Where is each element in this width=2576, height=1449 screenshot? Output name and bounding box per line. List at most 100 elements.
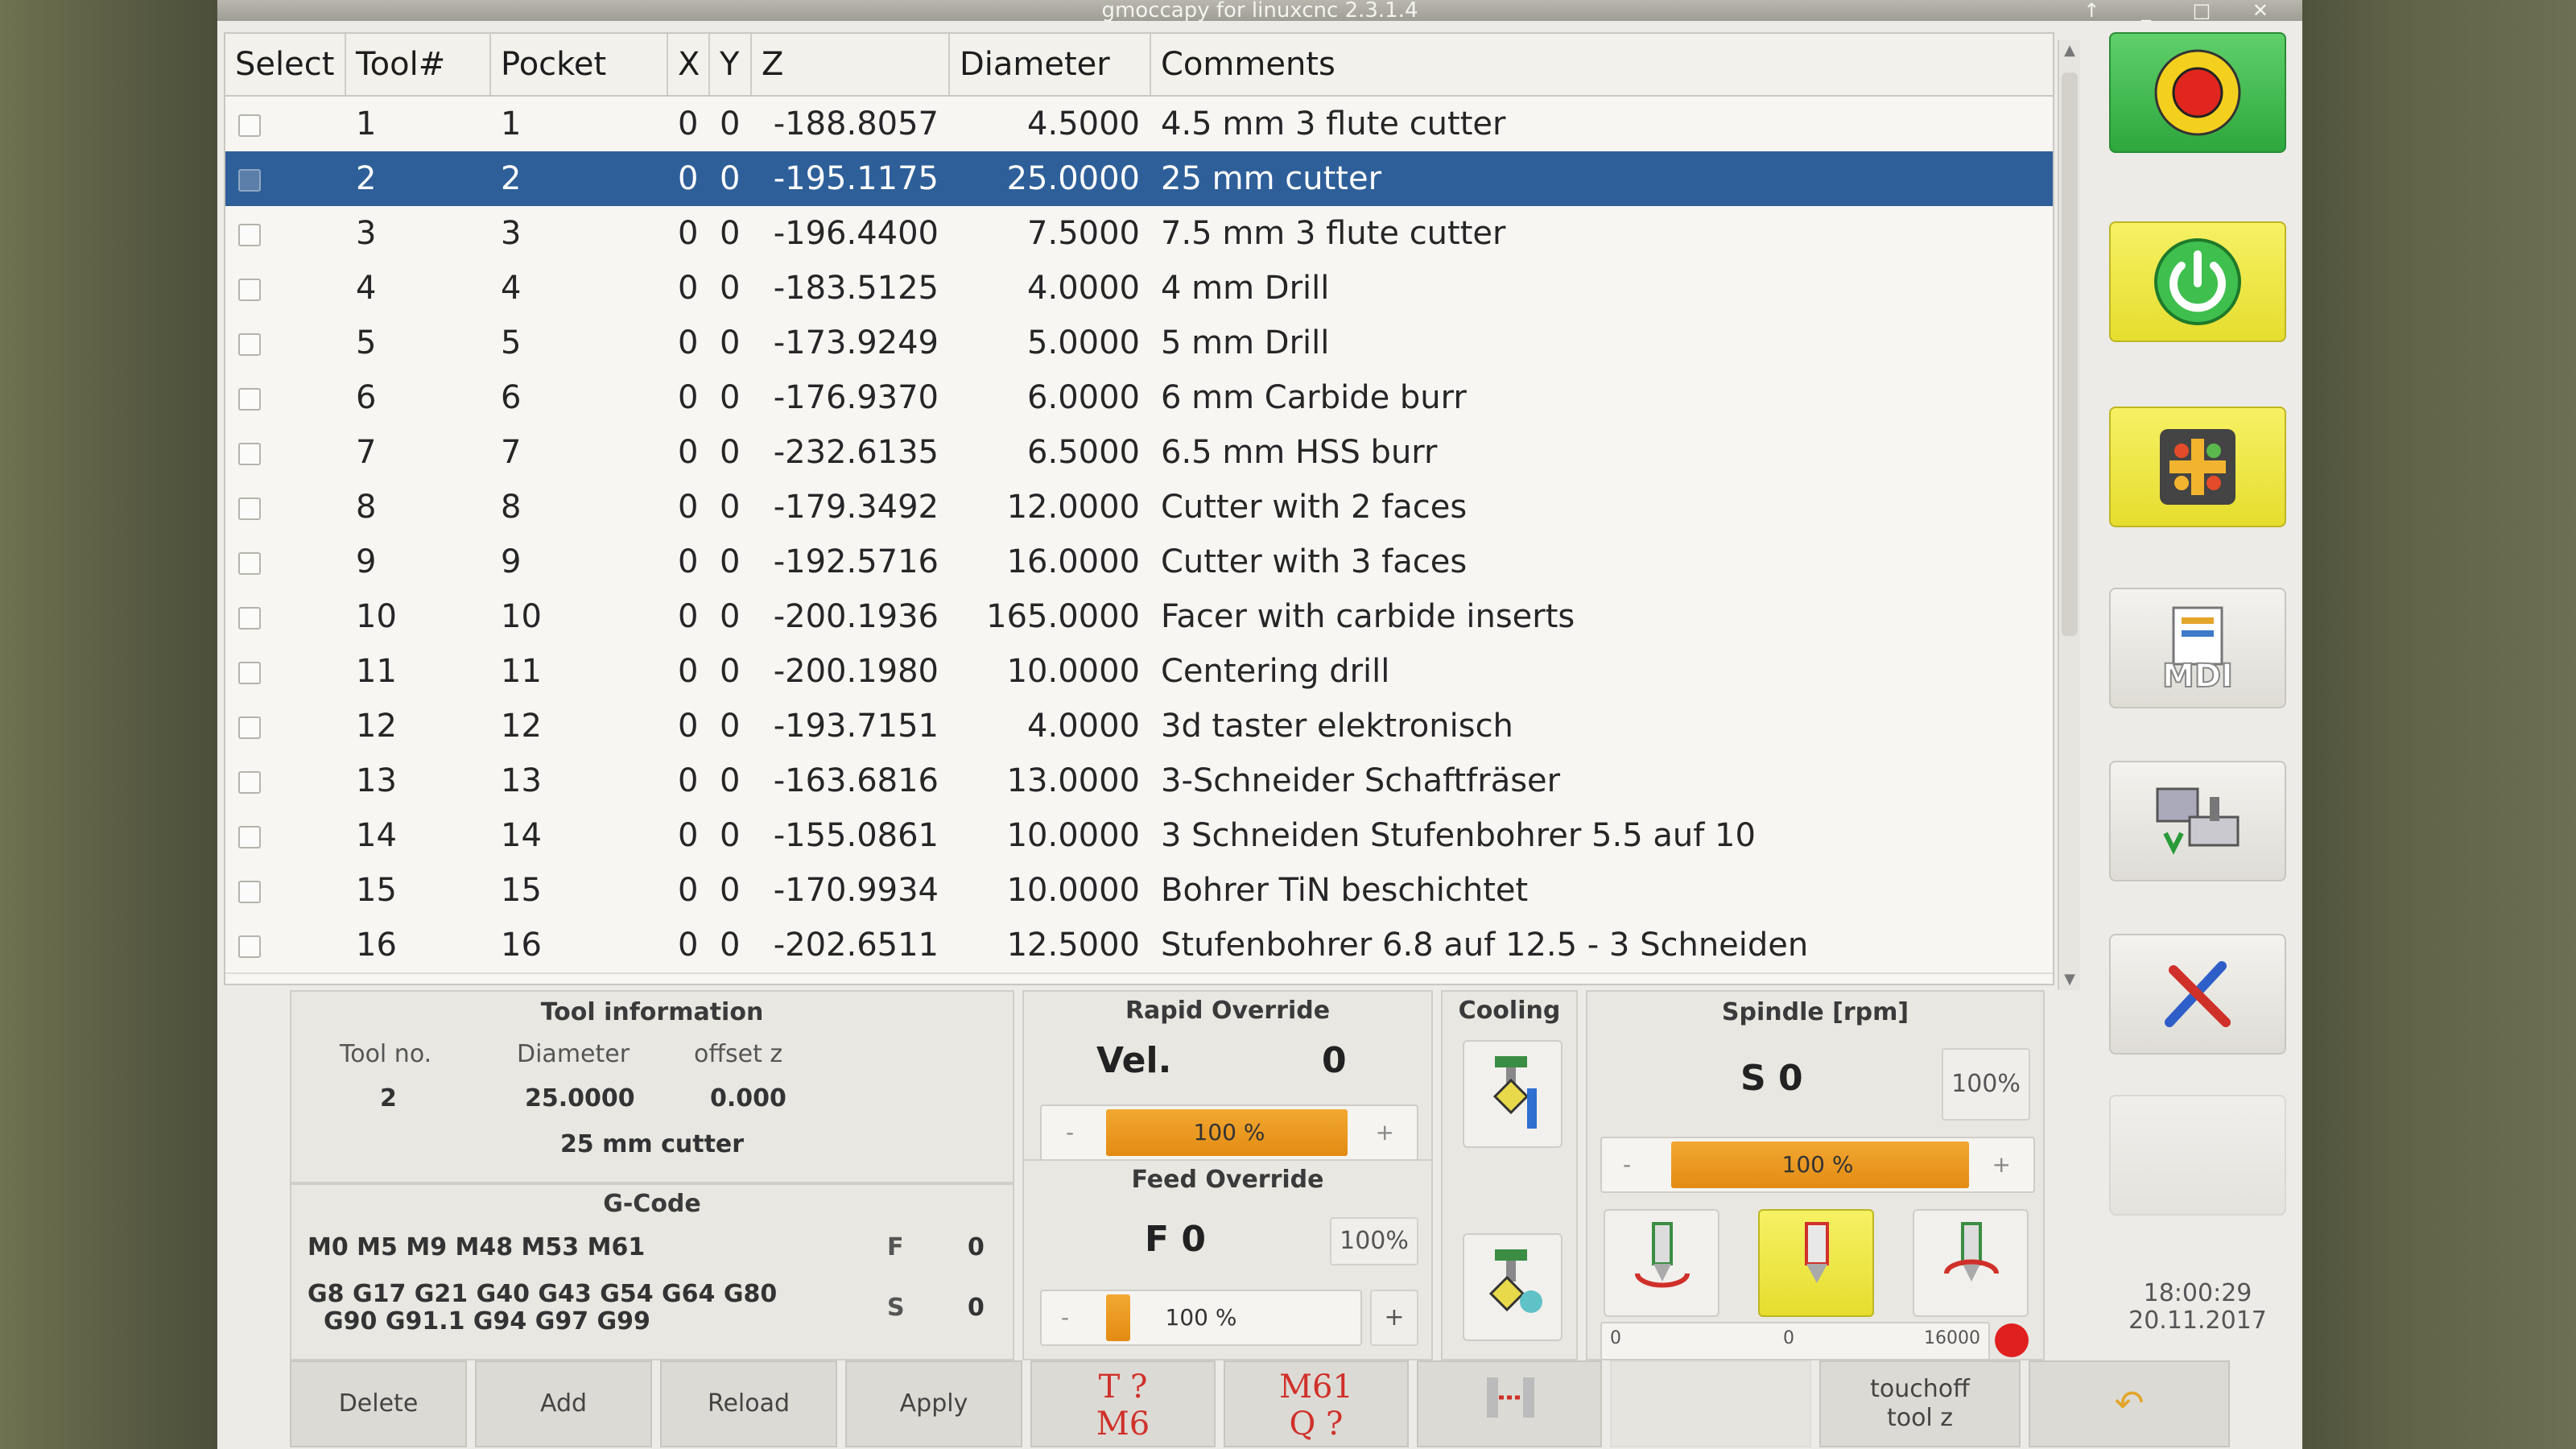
add-button[interactable]: Add <box>475 1360 652 1447</box>
cell-pocket[interactable]: 13 <box>491 753 668 808</box>
cell-tool[interactable]: 10 <box>346 589 491 644</box>
cell-z[interactable]: -195.1175 <box>752 151 950 206</box>
table-row[interactable]: 14 14 0 0 -155.0861 10.0000 3 Schneiden Stufen… <box>225 808 2053 865</box>
cell-x[interactable]: 0 <box>668 151 710 206</box>
table-row[interactable]: 10 10 0 0 -200.1936 165.0000 Facer with carbid… <box>225 589 2053 646</box>
select-checkbox[interactable] <box>238 771 261 794</box>
select-checkbox[interactable] <box>238 826 261 848</box>
cell-y[interactable]: 0 <box>710 589 752 644</box>
cell-comment[interactable]: 4.5 mm 3 flute cutter <box>1151 97 2053 151</box>
select-checkbox[interactable] <box>238 607 261 630</box>
cell-y[interactable]: 0 <box>710 316 752 370</box>
cell-z[interactable]: -196.4400 <box>752 206 950 261</box>
cell-y[interactable]: 0 <box>710 480 752 535</box>
cell-x[interactable]: 0 <box>668 97 710 151</box>
cell-diameter[interactable]: 10.0000 <box>950 644 1151 699</box>
cell-comment[interactable]: 7.5 mm 3 flute cutter <box>1151 206 2053 261</box>
cell-tool[interactable]: 11 <box>346 644 491 699</box>
table-row[interactable]: 4 4 0 0 -183.5125 4.0000 4 mm Drill <box>225 261 2053 317</box>
cell-y[interactable]: 0 <box>710 261 752 316</box>
cell-x[interactable]: 0 <box>668 535 710 589</box>
table-row[interactable]: 13 13 0 0 -163.6816 13.0000 3-Schneider Schaft… <box>225 753 2053 810</box>
select-checkbox[interactable] <box>238 169 261 192</box>
cell-comment[interactable]: 5 mm Drill <box>1151 316 2053 370</box>
cell-z[interactable]: -183.5125 <box>752 261 950 316</box>
cell-x[interactable]: 0 <box>668 918 710 972</box>
cell-diameter[interactable]: 6.0000 <box>950 370 1151 425</box>
cell-y[interactable]: 0 <box>710 918 752 972</box>
cell-tool[interactable]: 8 <box>346 480 491 535</box>
cell-comment[interactable]: Stufenbohrer 6.8 auf 12.5 - 3 Schneiden <box>1151 918 2053 972</box>
cell-diameter[interactable]: 165.0000 <box>950 589 1151 644</box>
cell-comment[interactable]: 6.5 mm HSS burr <box>1151 425 2053 480</box>
table-row[interactable]: 2 2 0 0 -195.1175 25.0000 25 mm cutter <box>225 151 2053 208</box>
col-y[interactable]: Y <box>710 34 752 95</box>
cell-diameter[interactable]: 5.0000 <box>950 316 1151 370</box>
cell-comment[interactable]: Bohrer TiN beschichtet <box>1151 863 2053 918</box>
change-tool-button[interactable]: T ? M6 <box>1030 1360 1216 1447</box>
table-row[interactable]: 3 3 0 0 -196.4400 7.5000 7.5 mm 3 flute cutter <box>225 206 2053 262</box>
cell-comment[interactable]: 6 mm Carbide burr <box>1151 370 2053 425</box>
select-checkbox[interactable] <box>238 333 261 356</box>
spindle-cw-button[interactable] <box>1913 1209 2029 1317</box>
cell-comment[interactable]: 25 mm cutter <box>1151 151 2053 206</box>
table-row[interactable]: 1 1 0 0 -188.8057 4.5000 4.5 mm 3 flute cutter <box>225 97 2053 153</box>
cell-tool[interactable]: 4 <box>346 261 491 316</box>
col-comments[interactable]: Comments <box>1151 34 2053 95</box>
cell-tool[interactable]: 3 <box>346 206 491 261</box>
cell-pocket[interactable]: 4 <box>491 261 668 316</box>
table-row[interactable]: 6 6 0 0 -176.9370 6.0000 6 mm Carbide burr <box>225 370 2053 427</box>
cell-comment[interactable]: Centering drill <box>1151 644 2053 699</box>
cell-z[interactable]: -163.6816 <box>752 753 950 808</box>
cell-diameter[interactable]: 12.5000 <box>950 918 1151 972</box>
cell-x[interactable]: 0 <box>668 261 710 316</box>
cell-tool[interactable]: 13 <box>346 753 491 808</box>
cell-tool[interactable]: 12 <box>346 699 491 753</box>
cell-comment[interactable]: Facer with carbide inserts <box>1151 589 2053 644</box>
table-row[interactable]: 11 11 0 0 -200.1980 10.0000 Centering drill <box>225 644 2053 700</box>
apply-button[interactable]: Apply <box>845 1360 1022 1447</box>
spindle-override-slider[interactable]: - 100 % + <box>1600 1137 2035 1193</box>
cell-tool[interactable]: 6 <box>346 370 491 425</box>
cell-z[interactable]: -155.0861 <box>752 808 950 863</box>
cell-tool[interactable]: 1 <box>346 97 491 151</box>
cell-pocket[interactable]: 1 <box>491 97 668 151</box>
cell-diameter[interactable]: 4.0000 <box>950 699 1151 753</box>
spindle-ccw-button[interactable] <box>1604 1209 1719 1317</box>
cell-pocket[interactable]: 15 <box>491 863 668 918</box>
select-checkbox[interactable] <box>238 716 261 739</box>
cell-pocket[interactable]: 5 <box>491 316 668 370</box>
cell-pocket[interactable]: 14 <box>491 808 668 863</box>
cell-comment[interactable]: 3-Schneider Schaftfräser <box>1151 753 2053 808</box>
cell-z[interactable]: -176.9370 <box>752 370 950 425</box>
select-checkbox[interactable] <box>238 552 261 575</box>
scroll-up-icon[interactable]: ▲ <box>2059 40 2080 61</box>
cell-x[interactable]: 0 <box>668 589 710 644</box>
feed-override-slider[interactable]: - 100 % <box>1040 1290 1362 1346</box>
cell-z[interactable]: -192.5716 <box>752 535 950 589</box>
cell-pocket[interactable]: 6 <box>491 370 668 425</box>
cell-y[interactable]: 0 <box>710 644 752 699</box>
cell-tool[interactable]: 14 <box>346 808 491 863</box>
touchoff-tool-button[interactable]: touchoff tool z <box>1819 1360 2021 1447</box>
cell-diameter[interactable]: 12.0000 <box>950 480 1151 535</box>
cell-y[interactable]: 0 <box>710 97 752 151</box>
col-z[interactable]: Z <box>752 34 950 95</box>
table-row[interactable]: 12 12 0 0 -193.7151 4.0000 3d taster elektroni… <box>225 699 2053 755</box>
select-checkbox[interactable] <box>238 497 261 520</box>
settings-button[interactable] <box>2109 934 2286 1055</box>
cell-y[interactable]: 0 <box>710 753 752 808</box>
cell-z[interactable]: -200.1936 <box>752 589 950 644</box>
window-controls[interactable]: ↑ _ □ ✕ <box>2083 0 2286 21</box>
cell-diameter[interactable]: 4.5000 <box>950 97 1151 151</box>
table-row[interactable]: 16 16 0 0 -202.6511 12.5000 Stufenbohrer 6.8 a… <box>225 918 2053 974</box>
cell-diameter[interactable]: 4.0000 <box>950 261 1151 316</box>
cell-diameter[interactable]: 16.0000 <box>950 535 1151 589</box>
cell-x[interactable]: 0 <box>668 480 710 535</box>
cell-tool[interactable]: 7 <box>346 425 491 480</box>
select-checkbox[interactable] <box>238 935 261 958</box>
col-pocket[interactable]: Pocket <box>491 34 668 95</box>
cell-y[interactable]: 0 <box>710 699 752 753</box>
select-checkbox[interactable] <box>238 279 261 301</box>
cell-y[interactable]: 0 <box>710 370 752 425</box>
